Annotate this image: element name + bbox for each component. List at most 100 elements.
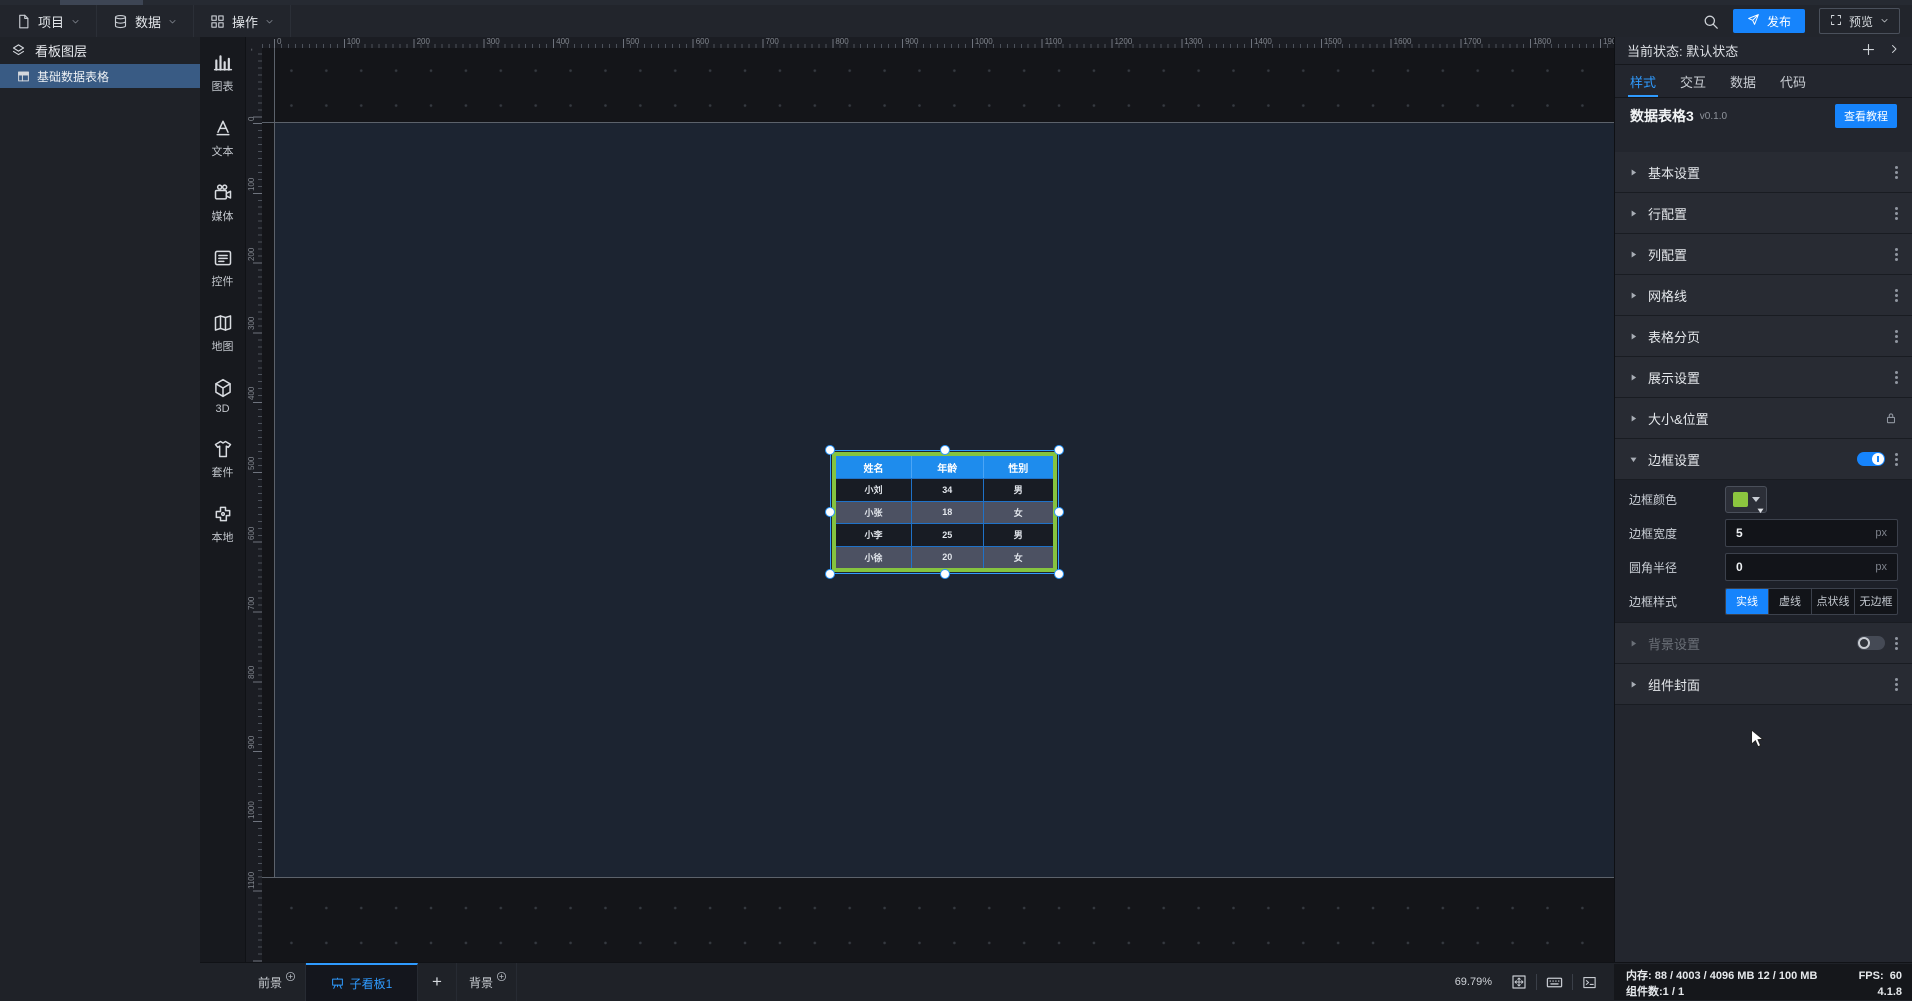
ruler-tick-label: -100 bbox=[247, 48, 256, 51]
inspector-tab-代码[interactable]: 代码 bbox=[1780, 65, 1806, 97]
layer-item-label: 基础数据表格 bbox=[37, 69, 110, 84]
border-style-虚线[interactable]: 虚线 bbox=[1769, 588, 1812, 614]
corner-radius-value: 0 bbox=[1736, 560, 1743, 574]
section-网格线[interactable]: 网格线 bbox=[1615, 275, 1912, 316]
menu-label: 操作 bbox=[232, 14, 259, 30]
inspector-tab-样式[interactable]: 样式 bbox=[1627, 65, 1659, 97]
tool-套件[interactable]: 套件 bbox=[212, 439, 234, 480]
document-icon bbox=[16, 14, 31, 29]
layer-item[interactable]: 基础数据表格 bbox=[0, 64, 200, 88]
section-menu-icon[interactable] bbox=[1895, 636, 1898, 650]
tool-地图[interactable]: 地图 bbox=[212, 313, 234, 354]
selection-handle[interactable] bbox=[825, 445, 835, 455]
section-menu-icon[interactable] bbox=[1895, 452, 1898, 466]
section-menu-icon[interactable] bbox=[1895, 165, 1898, 179]
ruler-tick-label: 600 bbox=[247, 526, 256, 540]
section-menu-icon[interactable] bbox=[1895, 370, 1898, 384]
add-board-label: + bbox=[432, 972, 442, 991]
tool-本地[interactable]: 本地 bbox=[212, 504, 234, 545]
ruler-tick-label: 1100 bbox=[247, 871, 256, 889]
section-menu-icon[interactable] bbox=[1895, 329, 1898, 343]
ruler-tick-label: 1400 bbox=[1254, 37, 1272, 46]
plus-circle-icon[interactable] bbox=[496, 971, 507, 982]
terminal-icon[interactable] bbox=[1575, 975, 1604, 990]
section-menu-icon[interactable] bbox=[1895, 206, 1898, 220]
settings-sections-footer: 背景设置 组件封面 bbox=[1615, 623, 1912, 705]
section-基本设置[interactable]: 基本设置 bbox=[1615, 152, 1912, 193]
table-cell: 女 bbox=[983, 545, 1053, 569]
menubar: 项目 数据 操作 发布 预览 bbox=[0, 5, 1912, 38]
tool-媒体[interactable]: 媒体 bbox=[212, 183, 234, 224]
memory-value: 88 / 4003 / 4096 MB 12 / 100 MB bbox=[1654, 970, 1818, 982]
section-行配置[interactable]: 行配置 bbox=[1615, 193, 1912, 234]
tutorial-button[interactable]: 查看教程 bbox=[1835, 104, 1897, 128]
section-menu-icon[interactable] bbox=[1895, 288, 1898, 302]
tool-文本[interactable]: 文本 bbox=[212, 118, 234, 159]
add-state-icon[interactable] bbox=[1861, 42, 1876, 60]
selection-handle[interactable] bbox=[1054, 569, 1064, 579]
table-cell: 25 bbox=[911, 523, 984, 546]
section-toggle[interactable] bbox=[1857, 636, 1885, 650]
menu-数据[interactable]: 数据 bbox=[97, 5, 195, 37]
tool-控件[interactable]: 控件 bbox=[212, 248, 234, 289]
selection-handle[interactable] bbox=[825, 507, 835, 517]
inspector-panel: 当前状态: 默认状态 样式 交互 数据 代码 数据表格3 v0.1.0 查看教程 基本… bbox=[1614, 37, 1912, 962]
table-cell: 20 bbox=[911, 545, 984, 568]
plus-circle-icon[interactable] bbox=[285, 971, 296, 982]
selection-handle[interactable] bbox=[825, 569, 835, 579]
tool-图表[interactable]: 图表 bbox=[212, 53, 234, 94]
artboard-left-edge bbox=[274, 48, 275, 878]
chevron-right-icon[interactable] bbox=[1888, 43, 1900, 58]
selection-handle[interactable] bbox=[939, 569, 950, 579]
subboard-tab-active[interactable]: 子看板1 bbox=[306, 963, 419, 1001]
background-tab-label: 背景 bbox=[468, 975, 493, 990]
background-tab[interactable]: 背景 bbox=[457, 963, 517, 1001]
section-大小&位置[interactable]: 大小&位置 bbox=[1615, 398, 1912, 439]
corner-radius-input[interactable]: 0 px bbox=[1725, 553, 1898, 581]
selection-handle[interactable] bbox=[939, 445, 950, 455]
menu-项目[interactable]: 项目 bbox=[0, 5, 98, 37]
section-边框设置[interactable]: 边框设置 bbox=[1615, 439, 1912, 480]
table-header-cell: 姓名 bbox=[836, 456, 912, 478]
inspector-tab-交互[interactable]: 交互 bbox=[1680, 65, 1706, 97]
border-style-segmented: 实线 虚线 点状线 无边框 bbox=[1725, 587, 1898, 615]
section-背景设置[interactable]: 背景设置 bbox=[1615, 623, 1912, 664]
section-展示设置[interactable]: 展示设置 bbox=[1615, 357, 1912, 398]
section-toggle[interactable] bbox=[1857, 452, 1885, 466]
caret-right-icon bbox=[1629, 250, 1638, 259]
inspector-tab-数据[interactable]: 数据 bbox=[1730, 65, 1756, 97]
caret-right-icon bbox=[1629, 680, 1638, 689]
selection-handle[interactable] bbox=[1054, 507, 1064, 517]
fullscreen-icon bbox=[1830, 14, 1842, 29]
data-table-component[interactable]: 姓名 年龄 性别 小刘 34 男小张 18 女小李 25 男小徐 20 女 bbox=[832, 452, 1057, 572]
selection-handle[interactable] bbox=[1054, 445, 1064, 455]
ruler-tick-label: 1300 bbox=[1184, 37, 1203, 46]
border-style-实线[interactable]: 实线 bbox=[1726, 588, 1769, 614]
section-表格分页[interactable]: 表格分页 bbox=[1615, 316, 1912, 357]
menu-label: 数据 bbox=[135, 14, 162, 30]
table-row: 小刘 34 男 bbox=[836, 478, 1053, 501]
ruler-tick-label: 1900 bbox=[1603, 37, 1614, 46]
add-board-button[interactable]: + bbox=[418, 963, 457, 1001]
ruler-tick-label: 700 bbox=[247, 596, 256, 610]
section-组件封面[interactable]: 组件封面 bbox=[1615, 664, 1912, 705]
artboard-bottom-edge bbox=[262, 877, 1614, 878]
tool-label: 媒体 bbox=[211, 211, 234, 223]
fit-view-icon[interactable] bbox=[1504, 974, 1534, 990]
section-menu-icon[interactable] bbox=[1895, 247, 1898, 261]
border-style-点状线[interactable]: 点状线 bbox=[1812, 588, 1855, 614]
border-width-input[interactable]: 5 px bbox=[1725, 519, 1898, 547]
publish-button[interactable]: 发布 bbox=[1732, 9, 1805, 33]
foreground-tab[interactable]: 前景 bbox=[246, 963, 307, 1001]
grid-icon bbox=[210, 14, 225, 29]
border-color-picker[interactable] bbox=[1725, 485, 1767, 513]
menu-操作[interactable]: 操作 bbox=[194, 5, 292, 37]
keyboard-shortcuts-icon[interactable] bbox=[1539, 974, 1570, 991]
tool-3D[interactable]: 3D bbox=[213, 378, 233, 415]
border-style-无边框[interactable]: 无边框 bbox=[1855, 589, 1897, 614]
components-label: 组件数: bbox=[1626, 986, 1663, 998]
section-menu-icon[interactable] bbox=[1895, 677, 1898, 691]
preview-button[interactable]: 预览 bbox=[1818, 8, 1900, 34]
search-icon[interactable] bbox=[1702, 13, 1719, 30]
section-列配置[interactable]: 列配置 bbox=[1615, 234, 1912, 275]
